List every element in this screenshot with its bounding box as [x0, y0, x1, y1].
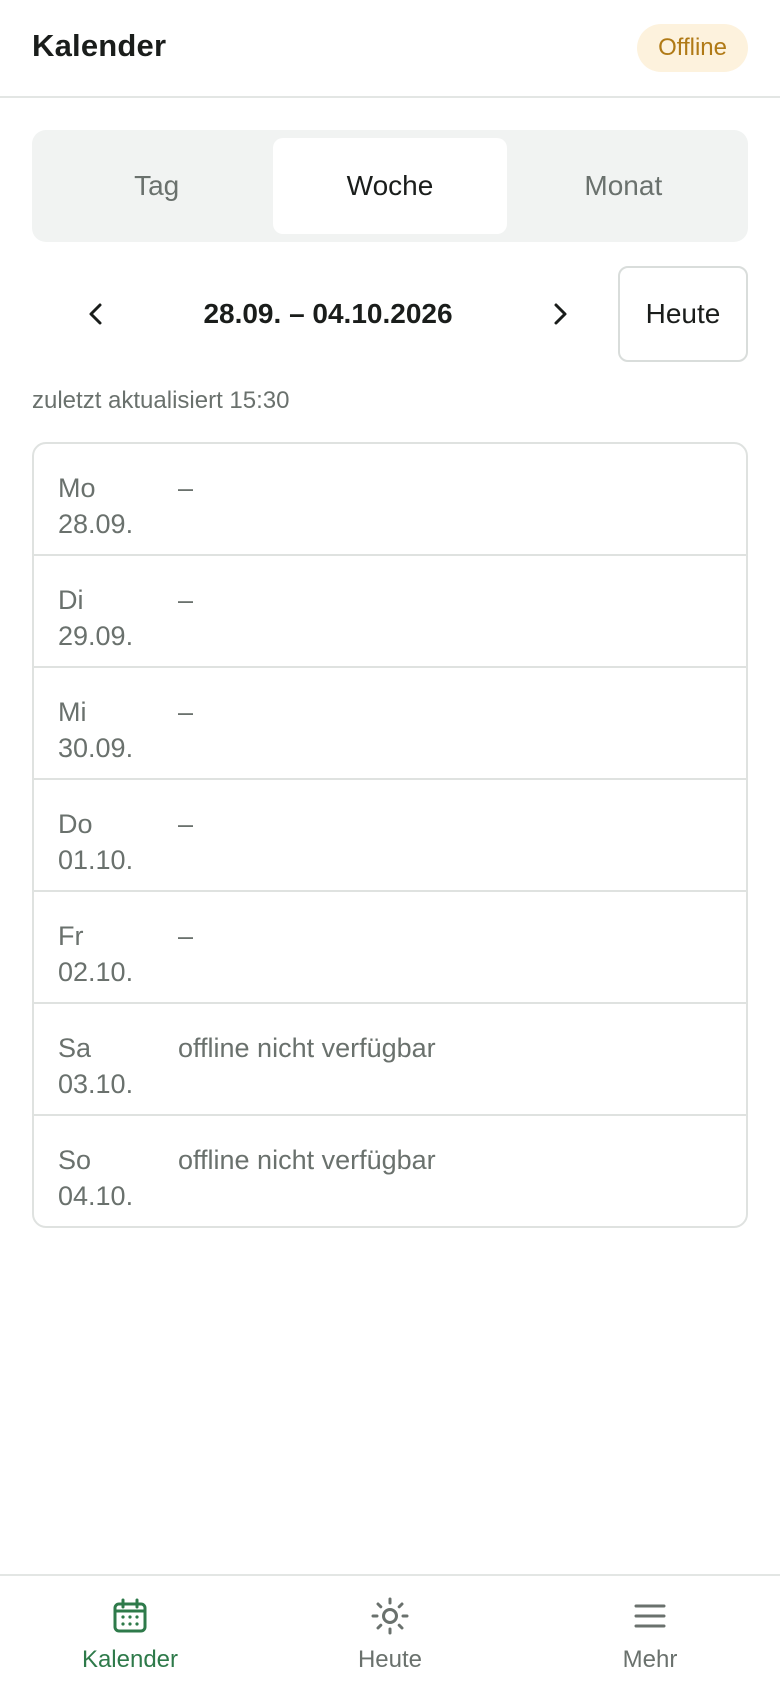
date-label: 02.10.	[58, 957, 134, 987]
day-row-sa[interactable]: Sa 03.10. offline nicht verfügbar	[34, 1004, 746, 1116]
weekday-label: Mi	[58, 697, 87, 727]
tab-label: Mehr	[622, 1646, 678, 1673]
day-label: Do 01.10.	[58, 806, 133, 878]
day-label: Di 29.09.	[58, 582, 133, 654]
tab-kalender[interactable]: Kalender	[0, 1576, 260, 1688]
tab-day[interactable]: Tag	[40, 138, 273, 234]
bottom-tab-bar: Kalender Heute Mehr	[0, 1574, 780, 1688]
previous-week-button[interactable]	[48, 266, 144, 362]
tab-week[interactable]: Woche	[273, 138, 507, 234]
sun-icon	[371, 1597, 409, 1635]
date-label: 30.09.	[58, 733, 134, 763]
date-label: 29.09.	[58, 621, 134, 651]
day-events: –	[178, 585, 194, 615]
day-events: –	[178, 697, 194, 727]
day-row-mo[interactable]: Mo 28.09. –	[34, 444, 746, 556]
page-title: Kalender	[32, 28, 167, 63]
weekday-label: Di	[58, 585, 84, 615]
day-row-fr[interactable]: Fr 02.10. –	[34, 892, 746, 1004]
offline-status-badge: Offline	[637, 24, 748, 72]
day-label: Sa 03.10.	[58, 1030, 133, 1102]
tab-heute[interactable]: Heute	[260, 1576, 520, 1688]
next-week-button[interactable]	[512, 266, 608, 362]
view-switcher: Tag Woche Monat	[32, 130, 748, 242]
week-day-list: Mo 28.09. – Di 29.09. – Mi 30.09. – Do 0…	[32, 442, 748, 1228]
day-label: So 04.10.	[58, 1142, 133, 1214]
chevron-right-icon	[554, 303, 567, 325]
today-button[interactable]: Heute	[618, 266, 748, 362]
day-row-do[interactable]: Do 01.10. –	[34, 780, 746, 892]
weekday-label: Mo	[58, 473, 96, 503]
day-label: Fr 02.10.	[58, 918, 133, 990]
tab-label: Kalender	[81, 1646, 179, 1673]
weekday-label: Fr	[58, 921, 84, 951]
chevron-left-icon	[89, 303, 102, 325]
weekday-label: Sa	[58, 1033, 92, 1063]
calendar-screen: Kalender Offline Tag Woche Monat 28.09. …	[0, 0, 780, 1688]
week-navigation: 28.09. – 04.10.2026 Heute	[32, 266, 748, 362]
date-label: 04.10.	[58, 1181, 134, 1211]
day-events: –	[178, 921, 194, 951]
tab-month[interactable]: Monat	[507, 138, 740, 234]
tab-mehr[interactable]: Mehr	[520, 1576, 780, 1688]
day-label: Mo 28.09.	[58, 470, 133, 542]
day-row-di[interactable]: Di 29.09. –	[34, 556, 746, 668]
day-events: offline nicht verfügbar	[178, 1145, 436, 1175]
date-label: 28.09.	[58, 509, 134, 539]
day-events: –	[178, 809, 194, 839]
date-label: 01.10.	[58, 845, 134, 875]
date-label: 03.10.	[58, 1069, 134, 1099]
day-row-so[interactable]: So 04.10. offline nicht verfügbar	[34, 1116, 746, 1226]
tab-label: Heute	[357, 1646, 423, 1673]
weekday-label: So	[58, 1145, 92, 1175]
week-range-label: 28.09. – 04.10.2026	[203, 298, 453, 329]
day-row-mi[interactable]: Mi 30.09. –	[34, 668, 746, 780]
day-events: offline nicht verfügbar	[178, 1033, 436, 1063]
menu-icon	[634, 1604, 666, 1628]
calendar-icon	[113, 1598, 147, 1633]
last-updated-text: zuletzt aktualisiert 15:30	[32, 387, 290, 414]
app-header: Kalender Offline	[0, 0, 780, 98]
day-label: Mi 30.09.	[58, 694, 133, 766]
day-events: –	[178, 473, 194, 503]
weekday-label: Do	[58, 809, 93, 839]
